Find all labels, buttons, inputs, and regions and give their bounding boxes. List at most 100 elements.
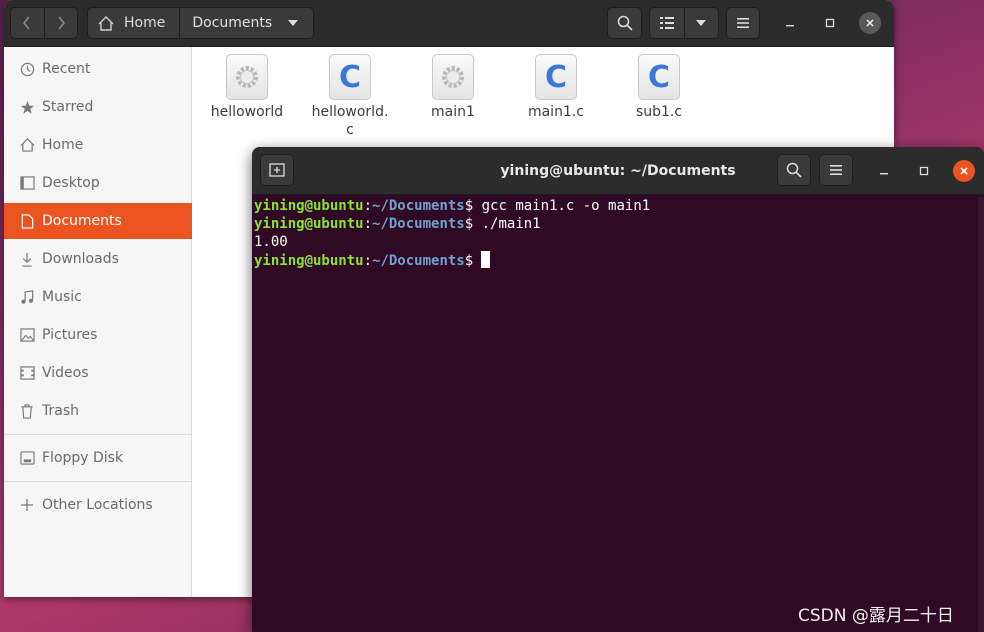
terminal-scrollbar[interactable]	[978, 197, 984, 632]
home-icon	[98, 15, 114, 31]
c-letter: C	[647, 59, 671, 95]
download-icon	[18, 250, 36, 268]
pictures-icon	[18, 326, 36, 344]
sidebar-divider	[4, 481, 192, 482]
terminal-search-button[interactable]	[777, 154, 811, 186]
chevron-left-icon	[23, 16, 31, 30]
sidebar-item-label: Music	[42, 289, 82, 305]
sidebar-item-pictures[interactable]: Pictures	[4, 317, 192, 353]
path-home-button[interactable]: Home	[88, 8, 181, 38]
disk-icon	[18, 449, 36, 467]
forward-button[interactable]	[43, 8, 77, 38]
sidebar-divider	[4, 434, 192, 435]
prompt-user: yining@ubuntu	[254, 253, 364, 269]
close-icon	[960, 167, 968, 175]
hamburger-menu-button[interactable]	[726, 7, 760, 39]
back-button[interactable]	[11, 8, 44, 38]
document-icon	[18, 212, 36, 230]
terminal-close-button[interactable]	[953, 160, 975, 182]
executable-icon	[226, 54, 268, 100]
path-current-button[interactable]: Documents	[180, 8, 310, 38]
chevron-right-icon	[58, 16, 66, 30]
video-icon	[18, 364, 36, 382]
watermark: CSDN @露月二十日	[798, 606, 954, 626]
trash-icon	[18, 402, 36, 420]
close-icon	[866, 19, 874, 27]
view-options-group	[649, 7, 719, 39]
file-name: main1	[431, 104, 475, 120]
caret-down-icon	[288, 20, 299, 26]
sidebar-item-starred[interactable]: Starred	[4, 89, 192, 125]
file-item-main1-c[interactable]: C main1.c	[511, 54, 601, 121]
sidebar-item-label: Home	[42, 137, 84, 153]
music-icon	[18, 288, 36, 306]
sidebar-item-other-locations[interactable]: Other Locations	[4, 487, 192, 523]
search-icon	[617, 15, 633, 31]
sidebar-item-label: Videos	[42, 365, 89, 381]
sidebar-item-home[interactable]: Home	[4, 127, 192, 163]
program-output: 1.00	[254, 234, 288, 250]
sidebar-item-downloads[interactable]: Downloads	[4, 241, 192, 277]
new-tab-icon	[269, 163, 285, 177]
sidebar-item-label: Downloads	[42, 251, 119, 267]
executable-icon	[432, 54, 474, 100]
file-name-line: c	[346, 122, 354, 138]
sidebar-item-label: Starred	[42, 99, 94, 115]
desktop-icon	[18, 174, 36, 192]
sidebar-item-label: Desktop	[42, 175, 100, 191]
maximize-icon	[919, 166, 929, 176]
terminal-minimize-button[interactable]	[873, 160, 895, 182]
minimize-icon	[786, 25, 794, 27]
command-text: ./main1	[473, 216, 541, 232]
terminal-line: yining@ubuntu:~/Documents$	[254, 251, 976, 269]
terminal-maximize-button[interactable]	[913, 160, 935, 182]
list-view-button[interactable]	[650, 8, 684, 38]
file-item-helloworld[interactable]: helloworld	[202, 54, 292, 121]
sidebar-item-videos[interactable]: Videos	[4, 355, 192, 391]
file-item-sub1-c[interactable]: C sub1.c	[614, 54, 704, 121]
sidebar-item-floppy-disk[interactable]: Floppy Disk	[4, 440, 192, 476]
hamburger-icon	[737, 18, 749, 28]
sidebar-item-desktop[interactable]: Desktop	[4, 165, 192, 201]
minimize-button[interactable]	[779, 12, 801, 34]
prompt-user: yining@ubuntu	[254, 198, 364, 214]
view-dropdown-button[interactable]	[683, 8, 718, 38]
terminal-window: yining@ubuntu: ~/Documents yining@ubuntu…	[252, 147, 984, 632]
places-sidebar: Recent Starred Home Desktop Documents Do…	[4, 47, 192, 597]
sidebar-item-label: Documents	[42, 213, 122, 229]
minimize-icon	[880, 173, 888, 175]
file-item-main1[interactable]: main1	[408, 54, 498, 121]
terminal-output[interactable]: yining@ubuntu:~/Documents$ gcc main1.c -…	[254, 197, 976, 632]
terminal-headerbar: yining@ubuntu: ~/Documents	[252, 147, 984, 195]
terminal-menu-button[interactable]	[819, 154, 853, 186]
sidebar-item-label: Floppy Disk	[42, 450, 124, 466]
file-name-line: helloworld.	[311, 104, 389, 120]
search-button[interactable]	[607, 7, 642, 39]
prompt-user: yining@ubuntu	[254, 216, 364, 232]
terminal-line: yining@ubuntu:~/Documents$ ./main1	[254, 215, 976, 233]
sidebar-item-music[interactable]: Music	[4, 279, 192, 315]
c-letter: C	[338, 59, 362, 95]
new-tab-button[interactable]	[260, 154, 294, 186]
c-source-icon: C	[535, 54, 577, 100]
sidebar-item-documents[interactable]: Documents	[4, 203, 192, 239]
sidebar-item-trash[interactable]: Trash	[4, 393, 192, 429]
navigation-buttons	[10, 7, 78, 39]
prompt-path: ~/Documents	[372, 253, 465, 269]
path-bar: Home Documents	[87, 7, 314, 39]
c-source-icon: C	[638, 54, 680, 100]
prompt-symbol: $	[464, 253, 474, 269]
home-icon	[18, 136, 36, 154]
hamburger-icon	[830, 165, 842, 175]
prompt-symbol: $	[464, 198, 474, 214]
sidebar-item-recent[interactable]: Recent	[4, 51, 192, 87]
close-button[interactable]	[859, 12, 881, 34]
prompt-separator: :	[363, 198, 373, 214]
file-name: sub1.c	[635, 104, 683, 120]
maximize-button[interactable]	[819, 12, 841, 34]
file-item-helloworld-c[interactable]: C helloworld. c	[305, 54, 395, 139]
file-name: main1.c	[527, 104, 585, 120]
list-view-icon	[659, 17, 674, 29]
sidebar-item-label: Pictures	[42, 327, 98, 343]
prompt-path: ~/Documents	[372, 216, 465, 232]
